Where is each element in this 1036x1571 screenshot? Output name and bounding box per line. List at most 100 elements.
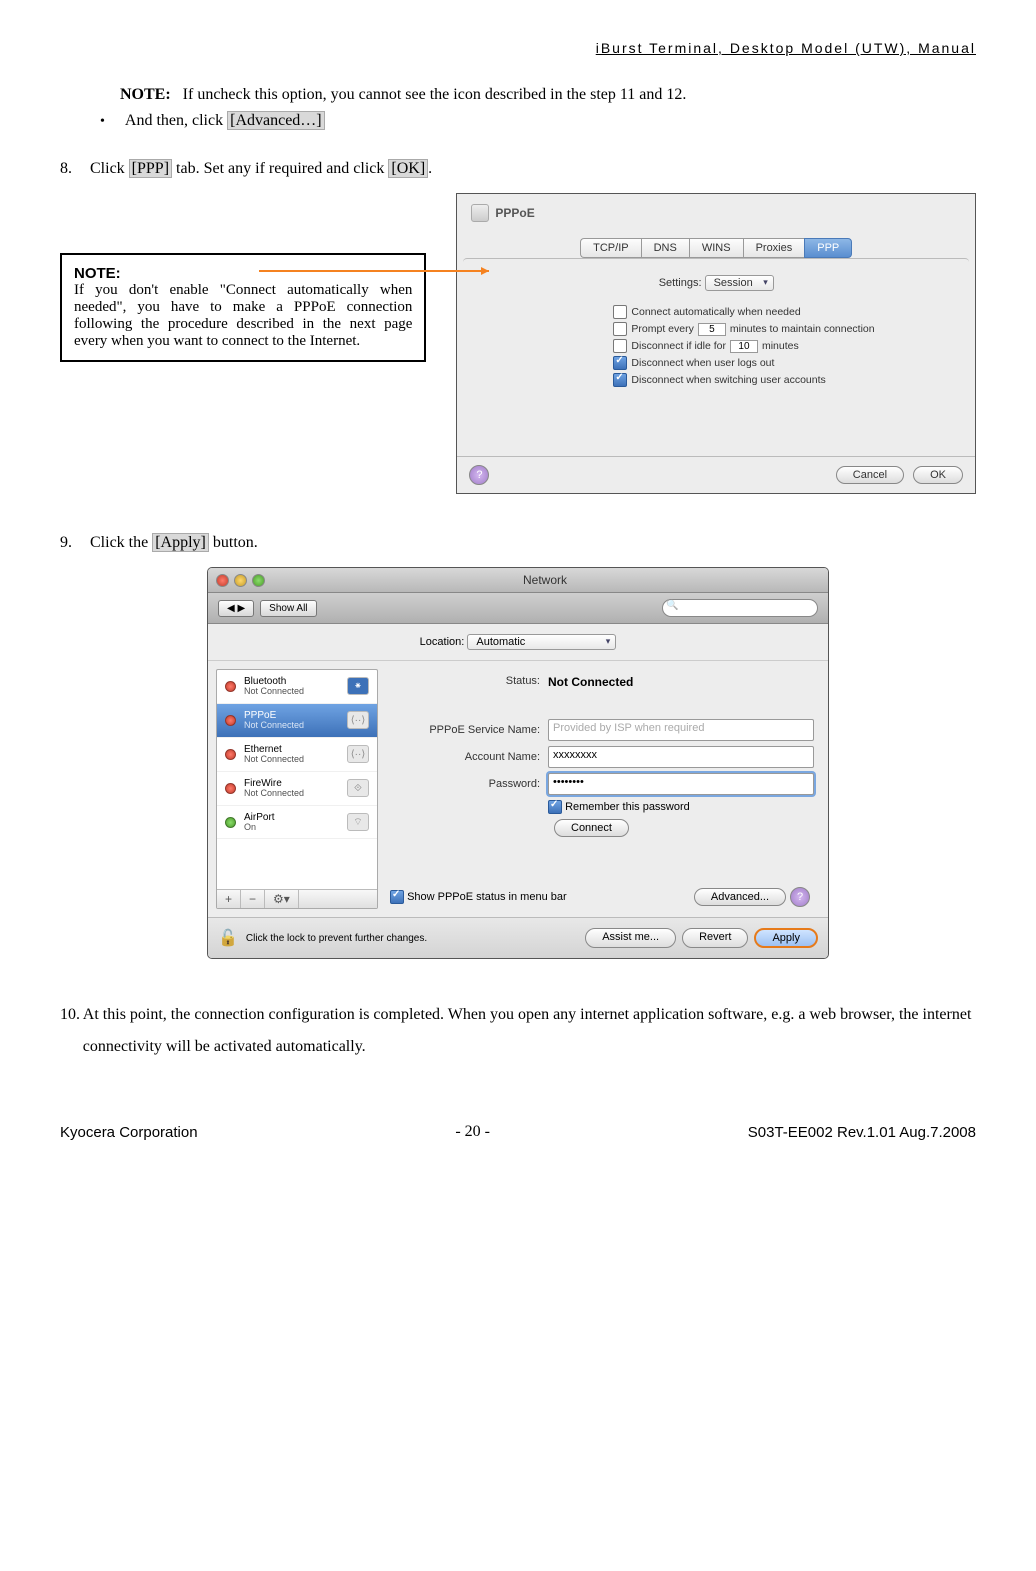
sidebar-item-pppoe[interactable]: PPPoENot Connected⟨··⟩: [217, 704, 377, 738]
step-8-num: 8.: [60, 160, 90, 178]
prompt-pre: Prompt every: [631, 323, 693, 335]
show-all-button[interactable]: Show All: [260, 600, 316, 617]
tab-ppp[interactable]: PPP: [804, 238, 852, 258]
step-9: 9. Click the [Apply] button.: [60, 534, 976, 552]
switch-checkbox[interactable]: [613, 373, 627, 387]
service-name-label: PPPoE Service Name:: [390, 724, 548, 736]
sidebar-item-name: AirPort: [244, 812, 339, 823]
step-8-suf: .: [428, 160, 432, 177]
traffic-lights: [216, 574, 265, 587]
note-text: If uncheck this option, you cannot see t…: [183, 86, 687, 103]
pppoe-icon: [471, 204, 489, 222]
sidebar-item-type-icon: ⟐: [347, 779, 369, 797]
zoom-icon[interactable]: [252, 574, 265, 587]
status-dot-icon: [225, 749, 236, 760]
note-box-body: If you don't enable "Connect automatical…: [74, 282, 412, 350]
assist-me-button[interactable]: Assist me...: [585, 928, 676, 948]
password-input[interactable]: ••••••••: [548, 773, 814, 795]
footer-company: Kyocera Corporation: [60, 1124, 198, 1141]
step-9-suf: button.: [209, 534, 258, 551]
account-name-input[interactable]: xxxxxxxx: [548, 746, 814, 768]
doc-header: iBurst Terminal, Desktop Model (UTW), Ma…: [60, 40, 976, 56]
settings-select[interactable]: Session: [705, 275, 774, 291]
idle-minutes-input[interactable]: [730, 340, 758, 353]
note-box: NOTE: If you don't enable "Connect autom…: [60, 253, 426, 362]
remember-password-checkbox[interactable]: [548, 800, 562, 814]
step-8-mid: tab. Set any if required and click: [172, 160, 388, 177]
idle-pre: Disconnect if idle for: [631, 340, 726, 352]
page-footer: Kyocera Corporation - 20 - S03T-EE002 Re…: [60, 1123, 976, 1141]
sidebar-item-status: Not Connected: [244, 789, 339, 799]
tab-dns[interactable]: DNS: [641, 238, 689, 258]
connect-button[interactable]: Connect: [554, 819, 629, 837]
switch-label: Disconnect when switching user accounts: [631, 374, 825, 386]
network-sidebar: BluetoothNot Connected⁕PPPoENot Connecte…: [216, 669, 378, 909]
remove-service-button[interactable]: −: [241, 890, 265, 908]
note-label: NOTE:: [120, 86, 171, 103]
help-icon-2[interactable]: ?: [790, 887, 810, 907]
service-name-input[interactable]: Provided by ISP when required: [548, 719, 814, 741]
minimize-icon[interactable]: [234, 574, 247, 587]
sidebar-item-ethernet[interactable]: EthernetNot Connected⟨··⟩: [217, 738, 377, 772]
step-10-num: 10.: [60, 1006, 83, 1024]
sidebar-item-status: Not Connected: [244, 755, 339, 765]
sidebar-item-type-icon: ⟨··⟩: [347, 711, 369, 729]
advanced-button-ref: [Advanced…]: [227, 111, 325, 130]
tab-proxies[interactable]: Proxies: [743, 238, 805, 258]
pppoe-title: PPPoE: [495, 206, 534, 220]
window-title: Network: [270, 573, 820, 587]
sidebar-item-bluetooth[interactable]: BluetoothNot Connected⁕: [217, 670, 377, 704]
tab-wins[interactable]: WINS: [689, 238, 743, 258]
logout-checkbox[interactable]: [613, 356, 627, 370]
advanced-button[interactable]: Advanced...: [694, 888, 786, 906]
close-icon[interactable]: [216, 574, 229, 587]
show-status-checkbox[interactable]: [390, 890, 404, 904]
sidebar-item-status: On: [244, 823, 339, 833]
sidebar-item-status: Not Connected: [244, 687, 339, 697]
sidebar-item-status: Not Connected: [244, 721, 339, 731]
password-label: Password:: [390, 778, 548, 790]
location-select[interactable]: Automatic: [467, 634, 616, 650]
step-10-text: At this point, the connection configurat…: [83, 999, 976, 1063]
help-icon[interactable]: ?: [469, 465, 489, 485]
step-8-pre: Click: [90, 160, 129, 177]
idle-checkbox[interactable]: [613, 339, 627, 353]
revert-button[interactable]: Revert: [682, 928, 748, 948]
status-value: Not Connected: [548, 675, 633, 689]
search-input[interactable]: [662, 599, 818, 617]
inline-note: NOTE: If uncheck this option, you cannot…: [120, 86, 976, 104]
connect-auto-checkbox[interactable]: [613, 305, 627, 319]
prompt-checkbox[interactable]: [613, 322, 627, 336]
status-label: Status:: [390, 675, 548, 689]
nav-back-forward[interactable]: ◀ ▶: [218, 600, 254, 617]
apply-button-ref: [Apply]: [152, 533, 209, 552]
connect-auto-label: Connect automatically when needed: [631, 306, 800, 318]
add-service-button[interactable]: +: [217, 890, 241, 908]
bullet-advanced: • And then, click [Advanced…]: [100, 112, 976, 130]
sidebar-item-type-icon: ⟨··⟩: [347, 745, 369, 763]
footer-page: - 20 -: [455, 1123, 490, 1141]
ok-button-ref: [OK]: [388, 159, 428, 178]
prompt-minutes-input[interactable]: [698, 323, 726, 336]
sidebar-item-airport[interactable]: AirPortOn⌔: [217, 806, 377, 840]
status-dot-icon: [225, 715, 236, 726]
status-dot-icon: [225, 817, 236, 828]
idle-suf: minutes: [762, 340, 799, 352]
footer-revision: S03T-EE002 Rev.1.01 Aug.7.2008: [748, 1124, 976, 1141]
step-9-num: 9.: [60, 534, 90, 552]
sidebar-item-type-icon: ⁕: [347, 677, 369, 695]
status-dot-icon: [225, 783, 236, 794]
tab-tcpip[interactable]: TCP/IP: [580, 238, 640, 258]
lock-icon[interactable]: 🔓: [218, 928, 238, 948]
settings-label: Settings:: [659, 277, 702, 289]
location-label: Location:: [420, 636, 465, 648]
network-window: Network ◀ ▶ Show All Location: Automatic…: [207, 567, 829, 959]
ok-button[interactable]: OK: [913, 466, 963, 484]
remember-password-label: Remember this password: [565, 801, 690, 813]
ppp-tab-ref: [PPP]: [129, 159, 172, 178]
bullet-prefix: And then, click: [125, 112, 227, 129]
apply-button[interactable]: Apply: [754, 928, 818, 948]
cancel-button[interactable]: Cancel: [836, 466, 904, 484]
gear-menu-button[interactable]: ⚙︎▾: [265, 890, 299, 908]
sidebar-item-firewire[interactable]: FireWireNot Connected⟐: [217, 772, 377, 806]
